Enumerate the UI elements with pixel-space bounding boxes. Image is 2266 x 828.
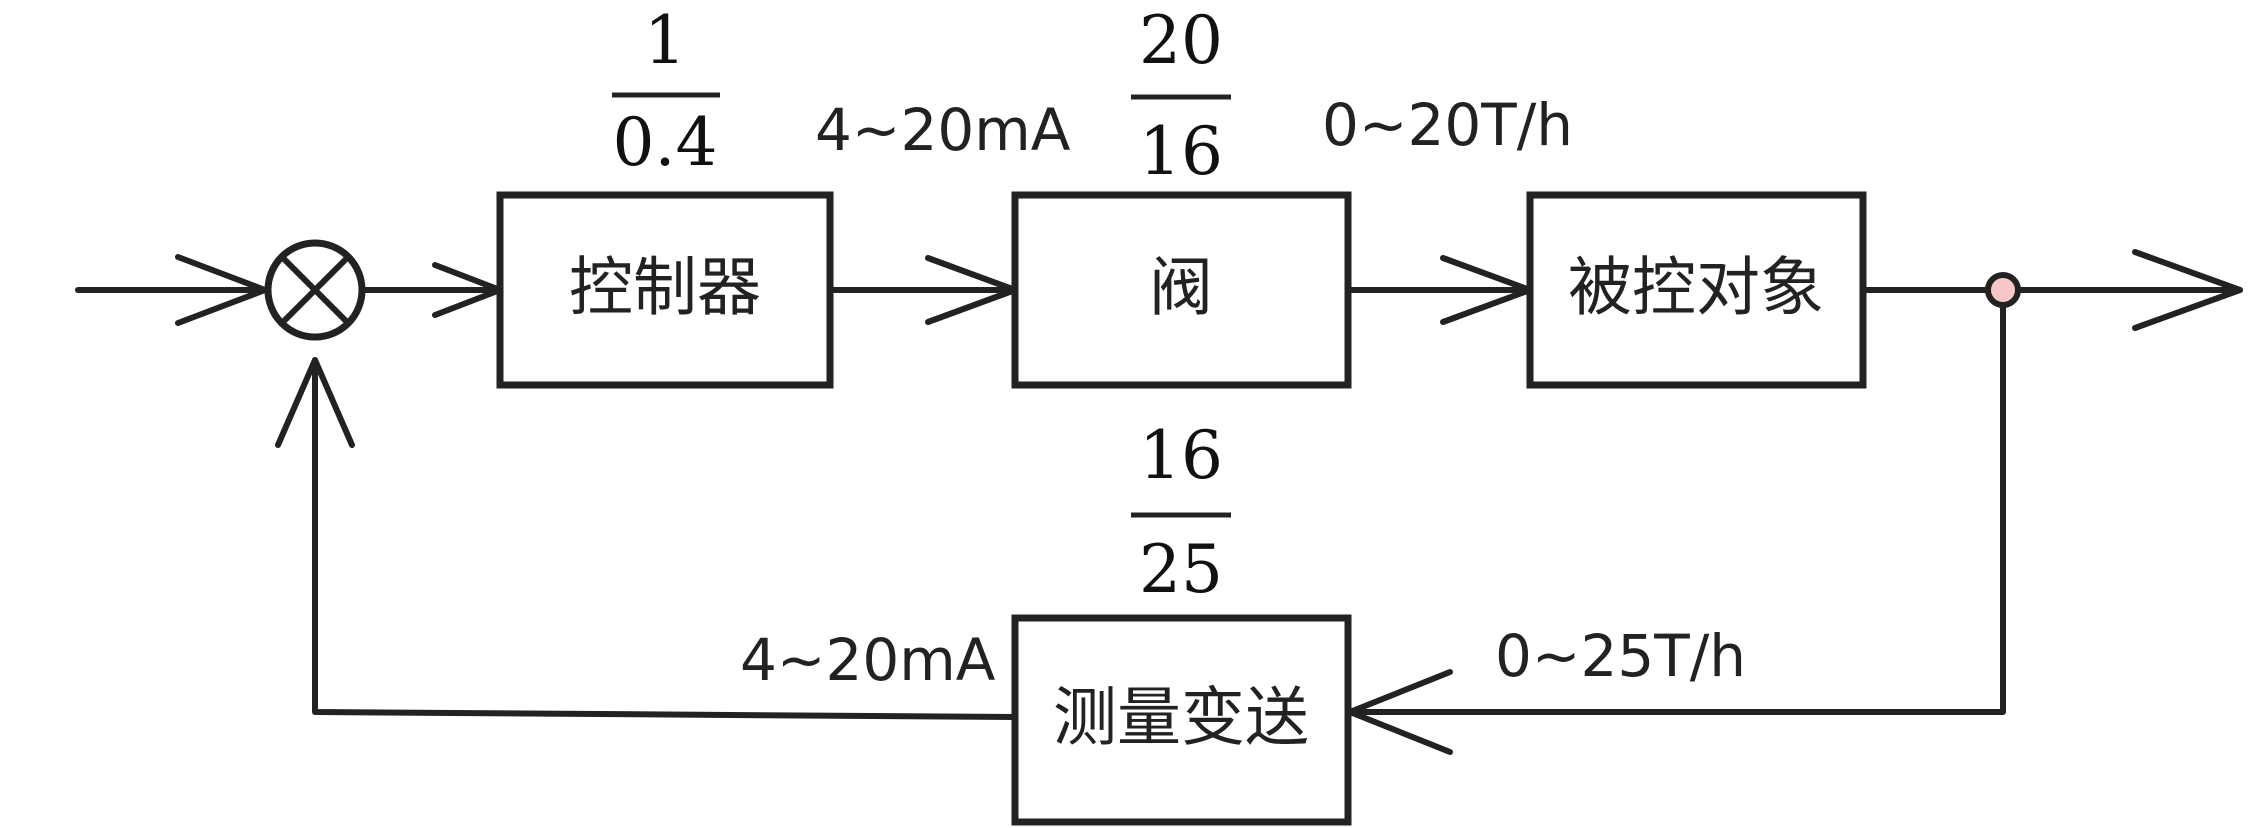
controller-block: 控制器	[496, 191, 834, 389]
controller-gain-numerator: 1	[644, 2, 686, 79]
transmitter-block-label: 测量变送	[1053, 682, 1309, 756]
plant-block-label: 被控对象	[1568, 252, 1824, 326]
controller-gain-fraction: 1 0.4	[612, 2, 720, 181]
plant-block: 被控对象	[1526, 191, 1867, 389]
valve-gain-numerator: 20	[1139, 2, 1223, 79]
controller-block-label: 控制器	[569, 252, 761, 326]
valve-output-range-label: 0~20T/h	[1322, 91, 1573, 159]
summing-junction	[264, 239, 366, 341]
transmitter-gain-fraction: 16 25	[1131, 417, 1231, 608]
controller-output-range-label: 4~20mA	[815, 96, 1071, 164]
transmitter-block: 测量变送	[1011, 614, 1352, 826]
valve-block-label: 阀	[1149, 252, 1213, 326]
valve-gain-fraction: 20 16	[1131, 2, 1231, 190]
transmitter-input-range-label: 0~25T/h	[1495, 622, 1746, 690]
valve-gain-denominator: 16	[1139, 113, 1223, 190]
transmitter-gain-denominator: 25	[1139, 531, 1223, 608]
controller-gain-denominator: 0.4	[613, 104, 718, 181]
transmitter-output-range-label: 4~20mA	[740, 626, 996, 694]
transmitter-gain-numerator: 16	[1139, 417, 1223, 494]
control-loop-block-diagram: 控制器 阀 被控对象 测量变送 1 0.4 20 16 16 25 4~20mA…	[75, 2, 2243, 826]
valve-block: 阀	[1011, 191, 1352, 389]
branch-point	[1985, 272, 2021, 308]
